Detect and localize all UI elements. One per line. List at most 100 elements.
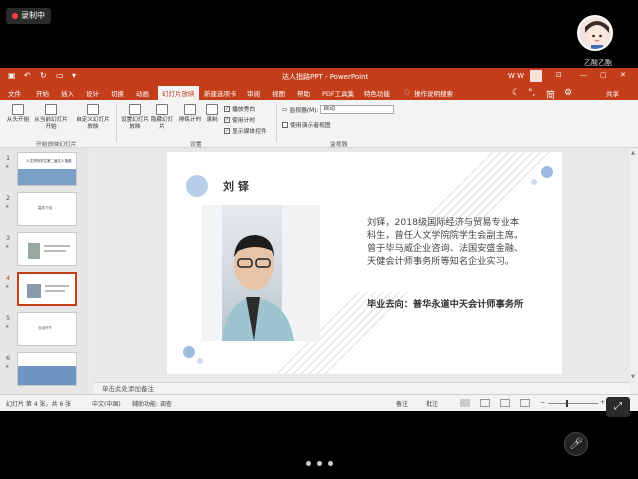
record-dot-icon: [12, 13, 18, 19]
tab-slideshow[interactable]: 幻灯片放映: [158, 86, 199, 100]
gear-icon[interactable]: ⚙: [564, 88, 572, 98]
custom-show-button[interactable]: 自定义幻灯片放映: [74, 104, 112, 131]
customize-quick-access-icon[interactable]: ▾: [72, 71, 76, 80]
user-name: 乙酸乙酯: [584, 59, 612, 67]
editor-scrollbar[interactable]: ▲ ▼: [630, 148, 638, 394]
tab-review[interactable]: 审阅: [247, 88, 260, 98]
avatar-face-icon: [579, 17, 611, 49]
scroll-up-icon[interactable]: ▲: [631, 150, 635, 156]
use-timings-label: 使用计时: [232, 118, 256, 124]
timer-icon: [184, 104, 196, 115]
user-initials[interactable]: W W: [508, 72, 524, 80]
ribbon-tabs: 文件 开始 插入 设计 切换 动画 幻灯片放映 新建选项卡 审阅 视图 帮助 P…: [0, 85, 638, 100]
tab-design[interactable]: 设计: [86, 88, 99, 98]
redo-icon[interactable]: ↻: [40, 71, 47, 80]
thumb-photo: [28, 243, 40, 259]
tab-new[interactable]: 新建选项卡: [204, 88, 237, 98]
accessibility-status[interactable]: 辅助功能: 调查: [132, 399, 172, 408]
page-dot[interactable]: [306, 461, 311, 466]
save-icon[interactable]: ▣: [8, 71, 16, 80]
ribbon: 从头开始 从当前幻灯片开始 自定义幻灯片放映 开始放映幻灯片 设置幻灯片放映 隐…: [0, 88, 638, 148]
page-indicator[interactable]: [306, 461, 333, 466]
moon-icon[interactable]: ☾: [512, 88, 520, 98]
tab-transitions[interactable]: 切换: [111, 88, 124, 98]
comments-toggle[interactable]: 批注: [426, 399, 438, 408]
rehearse-label: 排练计时: [178, 117, 202, 123]
page-dot[interactable]: [317, 461, 322, 466]
tab-view[interactable]: 视图: [272, 88, 285, 98]
star-icon: ★: [5, 284, 10, 290]
maximize-icon[interactable]: ▢: [600, 71, 607, 79]
zoom-slider[interactable]: [548, 403, 598, 404]
slideshow-view-icon[interactable]: [520, 399, 530, 407]
from-current-button[interactable]: 从当前幻灯片开始: [32, 104, 70, 131]
slide-number: 2: [6, 194, 11, 202]
avatar[interactable]: [577, 15, 613, 51]
rehearse-button[interactable]: 排练计时: [178, 104, 202, 124]
use-timings-checkbox[interactable]: ✓ 使用计时: [224, 115, 255, 124]
monitor-select[interactable]: 自动: [320, 105, 395, 114]
tab-features[interactable]: 特色功能: [364, 88, 390, 98]
simplified-toggle[interactable]: 简: [546, 88, 555, 101]
tab-home[interactable]: 开始: [36, 88, 49, 98]
slide-number: 3: [6, 234, 11, 242]
record-button[interactable]: 录制: [204, 104, 220, 124]
from-start-button[interactable]: 从头开始: [4, 104, 32, 124]
zoom-in-icon[interactable]: +: [600, 399, 605, 406]
slide-number: 4: [6, 274, 11, 282]
checkbox-icon: [282, 121, 288, 128]
normal-view-icon[interactable]: [460, 399, 470, 407]
tab-animations[interactable]: 动画: [136, 88, 149, 98]
sorter-view-icon[interactable]: [480, 399, 490, 407]
bio-text: 刘铎，2018级国际经济与贸易专业本科生，曾任人文学院院学生会副主席。曾于毕马威…: [367, 217, 524, 267]
group-setup-label: 设置: [190, 142, 202, 148]
page-dot[interactable]: [328, 461, 333, 466]
slide-thumbnail-2[interactable]: 嘉宾介绍: [17, 192, 77, 226]
slide-canvas[interactable]: 刘 铎 刘铎，2018级国际经济与贸易专业本科生，曾任人文学院院学生会副主席。曾…: [167, 152, 562, 374]
tab-pdf[interactable]: PDF工具集: [322, 88, 354, 98]
undo-icon[interactable]: ↶: [24, 71, 31, 80]
notes-pane[interactable]: 单击此处添加备注: [94, 382, 630, 394]
presenter-view-label: 使用演示者视图: [290, 123, 331, 129]
recording-label: 录制中: [21, 11, 45, 20]
star-icon: ★: [5, 244, 10, 250]
slide-thumbnail-3[interactable]: [17, 232, 77, 266]
star-icon: ★: [5, 164, 10, 170]
slide-number: 6: [6, 354, 11, 362]
expand-icon[interactable]: ⤢: [606, 397, 630, 417]
microphone-muted-icon[interactable]: 🎤︎: [564, 432, 588, 456]
start-show-icon[interactable]: ▭: [56, 71, 64, 80]
star-icon: ★: [5, 364, 10, 370]
ribbon-display-icon[interactable]: ⊡: [556, 71, 562, 79]
zoom-out-icon[interactable]: −: [540, 399, 545, 406]
share-button[interactable]: 共享: [606, 88, 619, 98]
custom-show-icon: [87, 104, 99, 115]
media-controls-checkbox[interactable]: ✓ 显示媒体控件: [224, 126, 267, 135]
tab-insert[interactable]: 插入: [61, 88, 74, 98]
punctuation-icon[interactable]: °,: [528, 88, 535, 98]
setup-show-button[interactable]: 设置幻灯片放映: [120, 104, 150, 131]
account-picture-icon[interactable]: [530, 70, 542, 82]
media-controls-label: 显示媒体控件: [232, 129, 267, 135]
notes-toggle[interactable]: 备注: [396, 399, 408, 408]
reading-view-icon[interactable]: [500, 399, 510, 407]
zoom-thumb[interactable]: [566, 400, 568, 407]
hide-slide-button[interactable]: 隐藏幻灯片: [150, 104, 174, 131]
recording-badge[interactable]: 录制中: [6, 8, 51, 24]
play-narrations-checkbox[interactable]: ✓ 播放旁白: [224, 104, 255, 113]
presenter-view-checkbox[interactable]: 使用演示者视图: [282, 120, 331, 129]
scroll-down-icon[interactable]: ▼: [631, 374, 635, 380]
hide-slide-label: 隐藏幻灯片: [150, 117, 174, 130]
tab-file[interactable]: 文件: [8, 88, 21, 98]
from-start-label: 从头开始: [6, 117, 30, 123]
minimize-icon[interactable]: —: [580, 71, 587, 79]
tell-me-search[interactable]: 操作说明搜索: [414, 88, 453, 98]
tab-help[interactable]: 帮助: [297, 88, 310, 98]
slide-thumbnail-1[interactable]: 人文学院学生第二届达人指路: [17, 152, 77, 186]
language[interactable]: 中文(中国): [92, 399, 121, 408]
slideshow-current-icon: [45, 104, 57, 115]
slide-thumbnail-5[interactable]: 互动环节: [17, 312, 77, 346]
slide-thumbnail-4[interactable]: [17, 272, 77, 306]
slide-thumbnail-6[interactable]: [17, 352, 77, 386]
close-icon[interactable]: ✕: [620, 71, 626, 79]
